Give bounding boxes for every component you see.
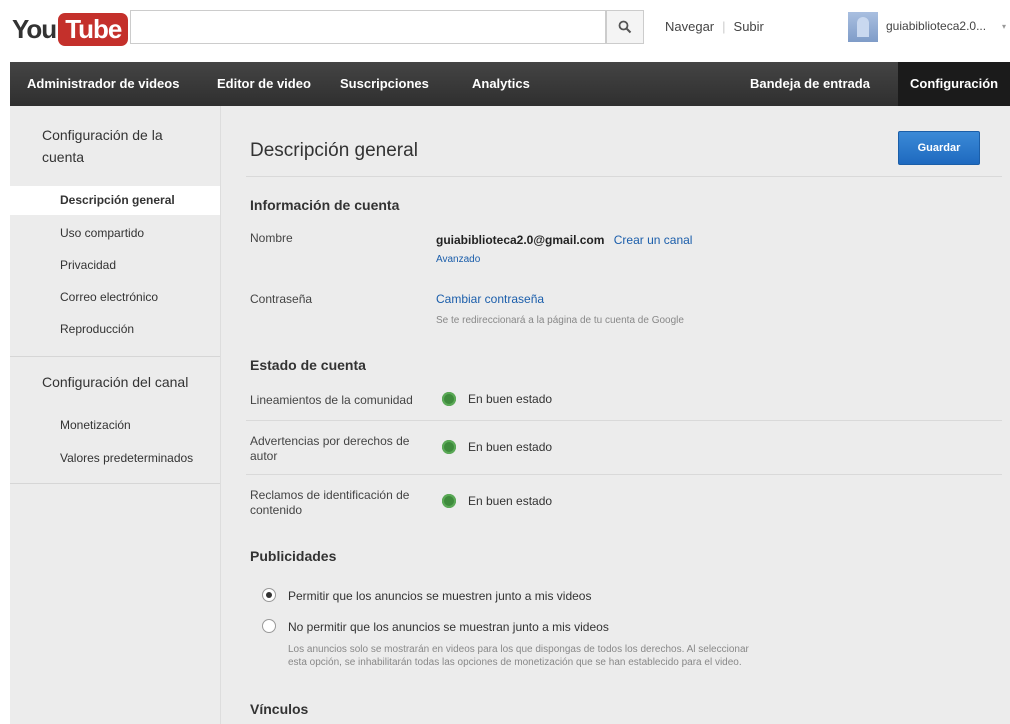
search-input[interactable] bbox=[130, 10, 606, 44]
nav-analytics[interactable]: Analytics bbox=[472, 62, 530, 106]
advanced-link[interactable]: Avanzado bbox=[436, 254, 480, 265]
sidebar-heading-channel: Configuración del canal bbox=[42, 374, 189, 390]
status-text: En buen estado bbox=[468, 494, 553, 508]
browse-link[interactable]: Navegar bbox=[665, 19, 714, 34]
account-status-heading: Estado de cuenta bbox=[250, 357, 366, 373]
divider bbox=[246, 474, 1002, 475]
settings-sidebar: Configuración de la cuenta Descripción g… bbox=[10, 106, 221, 724]
main-navbar: Administrador de videos Editor de video … bbox=[10, 62, 1010, 106]
account-info-heading: Información de cuenta bbox=[250, 197, 400, 213]
ads-disallow-radio[interactable] bbox=[262, 619, 276, 633]
name-label: Nombre bbox=[250, 231, 293, 245]
status-ok-icon bbox=[442, 494, 456, 508]
avatar[interactable] bbox=[848, 12, 878, 42]
sidebar-item-defaults[interactable]: Valores predeterminados bbox=[60, 451, 193, 465]
sidebar-item-overview[interactable]: Descripción general bbox=[60, 193, 175, 207]
save-button[interactable]: Guardar bbox=[898, 131, 980, 165]
logo-you: You bbox=[12, 13, 57, 44]
account-email: guiabiblioteca2.0@gmail.com Crear un can… bbox=[436, 233, 692, 247]
status-row-label-line2: contenido bbox=[250, 503, 303, 517]
status-badge: En buen estado bbox=[442, 494, 552, 508]
nav-subscriptions[interactable]: Suscripciones bbox=[340, 62, 429, 106]
ads-disallow-label[interactable]: No permitir que los anuncios se muestran… bbox=[288, 620, 609, 634]
status-ok-icon bbox=[442, 392, 456, 406]
status-row-label: Reclamos de identificación de contenido bbox=[250, 488, 409, 518]
ads-allow-radio[interactable] bbox=[262, 588, 276, 602]
status-text: En buen estado bbox=[468, 392, 553, 406]
redirect-note: Se te redireccionará a la página de tu c… bbox=[436, 315, 684, 326]
sidebar-divider bbox=[10, 483, 220, 484]
upload-link[interactable]: Subir bbox=[734, 19, 764, 34]
sidebar-heading-account-line1: Configuración de la bbox=[42, 127, 163, 143]
search-button[interactable] bbox=[606, 10, 644, 44]
header-nav-separator: | bbox=[722, 19, 726, 34]
create-channel-link[interactable]: Crear un canal bbox=[614, 233, 693, 247]
sidebar-item-email[interactable]: Correo electrónico bbox=[60, 290, 158, 304]
ads-allow-label[interactable]: Permitir que los anuncios se muestren ju… bbox=[288, 589, 591, 603]
sidebar-item-privacy[interactable]: Privacidad bbox=[60, 258, 116, 272]
status-row-label-line1: Advertencias por derechos de bbox=[250, 434, 410, 448]
sidebar-heading-account-line2: cuenta bbox=[42, 149, 85, 165]
change-password-link[interactable]: Cambiar contraseña bbox=[436, 292, 544, 306]
ads-note-line2: esta opción, se inhabilitarán todas las … bbox=[288, 657, 742, 668]
logo-tube: Tube bbox=[58, 12, 129, 46]
ads-note-line1: Los anuncios solo se mostrarán en videos… bbox=[288, 644, 749, 655]
status-row-label: Advertencias por derechos de autor bbox=[250, 434, 409, 464]
chevron-down-icon[interactable]: ▾ bbox=[1002, 22, 1006, 31]
status-text: En buen estado bbox=[468, 440, 553, 454]
sidebar-item-playback[interactable]: Reproducción bbox=[60, 322, 134, 336]
status-row-label-line2: autor bbox=[250, 449, 278, 463]
header-nav: Navegar | Subir bbox=[665, 19, 764, 34]
top-header: You Tube Navegar | Subir guiabiblioteca2… bbox=[0, 0, 1010, 54]
page-title: Descripción general bbox=[250, 140, 418, 161]
links-heading: Vínculos bbox=[250, 701, 309, 717]
password-label: Contraseña bbox=[250, 292, 313, 306]
nav-inbox[interactable]: Bandeja de entrada bbox=[750, 62, 870, 106]
sidebar-item-monetization[interactable]: Monetización bbox=[60, 418, 131, 432]
nav-video-editor[interactable]: Editor de video bbox=[217, 62, 311, 106]
status-badge: En buen estado bbox=[442, 392, 552, 406]
divider bbox=[246, 420, 1002, 421]
sidebar-item-sharing[interactable]: Uso compartido bbox=[60, 226, 144, 240]
email-value: guiabiblioteca2.0@gmail.com bbox=[436, 233, 605, 247]
sidebar-divider bbox=[10, 356, 220, 357]
nav-settings[interactable]: Configuración bbox=[898, 62, 1010, 106]
ads-heading: Publicidades bbox=[250, 548, 337, 564]
youtube-logo[interactable]: You Tube bbox=[12, 12, 129, 46]
status-row-label-line1: Lineamientos de la comunidad bbox=[250, 393, 413, 407]
status-ok-icon bbox=[442, 440, 456, 454]
user-name[interactable]: guiabiblioteca2.0... bbox=[886, 19, 986, 33]
content-area: Configuración de la cuenta Descripción g… bbox=[10, 106, 1010, 724]
status-badge: En buen estado bbox=[442, 440, 552, 454]
divider bbox=[246, 176, 1002, 177]
settings-main: Descripción general Guardar Información … bbox=[222, 106, 1010, 724]
search-icon bbox=[618, 20, 632, 34]
sidebar-heading-account: Configuración de la cuenta bbox=[42, 124, 163, 168]
status-row-label-line1: Reclamos de identificación de bbox=[250, 488, 410, 502]
nav-video-manager[interactable]: Administrador de videos bbox=[27, 62, 179, 106]
status-row-label: Lineamientos de la comunidad bbox=[250, 393, 413, 408]
ads-note: Los anuncios solo se mostrarán en videos… bbox=[288, 643, 749, 669]
